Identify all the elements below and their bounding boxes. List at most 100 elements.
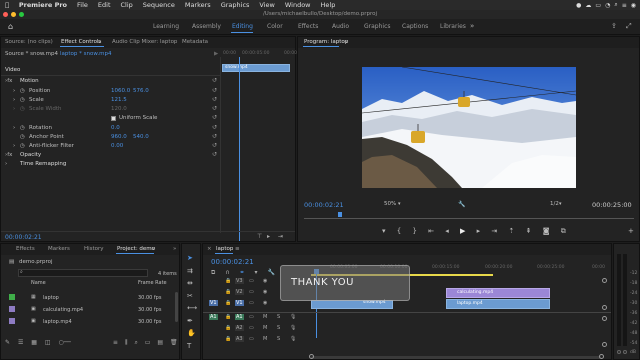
project-item-name[interactable]: laptop — [43, 295, 59, 301]
ripple-edit-tool-icon[interactable]: ⇹ — [187, 277, 197, 290]
workspace-tab-assembly[interactable]: Assembly — [192, 23, 221, 30]
source-clip-select[interactable]: Source * snow.mp4 — [5, 51, 58, 57]
record-icon[interactable]: ● — [576, 2, 581, 9]
voiceover-mic-icon[interactable]: 🎙 — [290, 325, 296, 331]
sequence-clip-select[interactable]: laptop * snow.mp4 — [60, 51, 111, 57]
project-item-name[interactable]: calculating.mp4 — [43, 307, 83, 313]
track-sync-icon[interactable]: ▭ — [249, 314, 254, 320]
menu-clip[interactable]: Clip — [116, 1, 138, 9]
control-center-icon[interactable]: ≡ — [622, 2, 627, 9]
track-sync-icon[interactable]: ▭ — [249, 278, 254, 284]
ec-current-timecode[interactable]: 00:00:02:21 — [5, 234, 42, 241]
workspace-tab-effects[interactable]: Effects — [298, 23, 318, 30]
tab-project[interactable]: Project: demo — [117, 246, 155, 252]
add-marker-icon[interactable]: ▾ — [255, 269, 258, 276]
track-label[interactable]: V1 — [235, 300, 244, 306]
column-name-header[interactable]: Name — [31, 280, 46, 286]
more-workspaces-icon[interactable]: » — [470, 22, 474, 30]
play-icon[interactable]: ▶ — [460, 227, 465, 235]
close-window-button[interactable] — [3, 12, 8, 17]
apple-icon[interactable]:  — [0, 1, 14, 9]
timeline-settings-icon[interactable]: 🔧 — [267, 269, 274, 276]
tab-effect-controls[interactable]: Effect Controls — [61, 39, 101, 45]
nest-icon[interactable]: ⧉ — [211, 269, 215, 276]
zoom-select[interactable]: 50% — [384, 201, 396, 207]
reset-scale-width-icon[interactable]: ↺ — [212, 105, 217, 112]
button-editor-icon[interactable]: + — [628, 227, 634, 235]
menu-view[interactable]: View — [254, 1, 279, 9]
resolution-dropdown-icon[interactable]: ▾ — [559, 201, 562, 207]
resolution-select[interactable]: 1/2 — [550, 201, 559, 207]
track-label[interactable]: V2 — [235, 289, 244, 295]
step-back-icon[interactable]: ◂ — [445, 227, 449, 235]
anchor-y-value[interactable]: 540.0 — [133, 134, 149, 140]
go-to-out-icon[interactable]: ⇥ — [491, 227, 497, 235]
step-forward-icon[interactable]: ▸ — [477, 227, 481, 235]
program-scrub-bar[interactable] — [304, 213, 634, 219]
comparison-view-icon[interactable]: ⧉ — [561, 227, 566, 235]
track-label[interactable]: A1 — [235, 314, 244, 320]
track-visibility-icon[interactable]: ◉ — [263, 278, 267, 284]
program-timecode[interactable]: 00:00:02:21 — [304, 201, 344, 209]
tab-effects[interactable]: Effects — [16, 246, 35, 252]
linked-selection-icon[interactable]: ⚭ — [240, 269, 245, 276]
mark-in-icon[interactable]: { — [397, 227, 401, 235]
program-menu-icon[interactable]: ≡ — [344, 39, 349, 45]
reset-anchor-icon[interactable]: ↺ — [212, 133, 217, 140]
zoom-window-button[interactable] — [19, 12, 24, 17]
track-sync-icon[interactable]: ▭ — [249, 336, 254, 342]
anchor-x-value[interactable]: 960.0 — [111, 134, 127, 140]
freeform-view-icon[interactable]: ◫ — [45, 339, 51, 346]
workspace-tab-graphics[interactable]: Graphics — [364, 23, 391, 30]
track-source-patch[interactable]: V1 — [209, 300, 218, 306]
workspace-tab-captions[interactable]: Captions — [402, 23, 428, 30]
track-label[interactable]: A3 — [235, 336, 244, 342]
tab-audio-clip-mixer[interactable]: Audio Clip Mixer: laptop — [112, 39, 177, 45]
stopwatch-anchor-icon[interactable]: ◷ — [20, 134, 25, 140]
reset-antiflicker-icon[interactable]: ↺ — [212, 142, 217, 149]
column-frame-rate-header[interactable]: Frame Rate — [138, 280, 167, 286]
reset-uniform-scale-icon[interactable]: ↺ — [212, 114, 217, 121]
menu-app-name[interactable]: Premiere Pro — [14, 1, 72, 9]
project-menu-icon[interactable]: ≡ — [151, 246, 156, 252]
zoom-dropdown-icon[interactable]: ▾ — [398, 201, 401, 207]
reset-position-icon[interactable]: ↺ — [212, 87, 217, 94]
menu-sequence[interactable]: Sequence — [138, 1, 180, 9]
slip-tool-icon[interactable]: ⟷ — [187, 302, 197, 315]
solo-button[interactable]: S — [277, 336, 280, 342]
fx-opacity-label[interactable]: Opacity — [20, 152, 41, 158]
workspace-tab-learning[interactable]: Learning — [153, 23, 179, 30]
icon-view-icon[interactable]: ▦ — [31, 339, 37, 346]
minimize-window-button[interactable] — [11, 12, 16, 17]
reset-rotation-icon[interactable]: ↺ — [212, 124, 217, 131]
track-lock-icon[interactable]: 🔒 — [225, 336, 231, 342]
reset-motion-icon[interactable]: ↺ — [212, 77, 217, 84]
rotation-value[interactable]: 0.0 — [111, 125, 120, 131]
track-scroll-handle[interactable] — [602, 278, 607, 283]
extract-icon[interactable]: ⇞ — [526, 227, 532, 235]
menu-file[interactable]: File — [72, 1, 93, 9]
expand-scale-icon[interactable]: › — [13, 97, 15, 103]
fx-motion-label[interactable]: Motion — [20, 78, 39, 84]
program-playhead[interactable] — [338, 212, 342, 217]
expand-rotation-icon[interactable]: › — [13, 125, 15, 131]
menu-help[interactable]: Help — [316, 1, 341, 9]
expand-position-icon[interactable]: › — [13, 88, 15, 94]
mute-button[interactable]: M — [263, 325, 267, 331]
home-icon[interactable]: ⌂ — [8, 22, 13, 31]
track-source-patch[interactable]: A1 — [209, 314, 218, 320]
zoom-handle-left[interactable] — [309, 354, 314, 359]
workspace-tab-editing[interactable]: Editing — [232, 23, 253, 30]
track-sync-icon[interactable]: ▭ — [249, 300, 254, 306]
mark-out-icon[interactable]: } — [412, 227, 416, 235]
zoom-slider[interactable]: ○── — [58, 339, 70, 346]
reset-scale-icon[interactable]: ↺ — [212, 96, 217, 103]
expand-scale-width-icon[interactable]: › — [13, 106, 15, 112]
stopwatch-rotation-icon[interactable]: ◷ — [20, 125, 25, 131]
meter-solo-left[interactable] — [617, 350, 621, 354]
wrench-icon[interactable]: 🔧 — [458, 201, 465, 208]
fx-badge-icon[interactable]: ›fx — [5, 78, 12, 84]
menu-markers[interactable]: Markers — [180, 1, 216, 9]
list-view-icon[interactable]: ☰ — [18, 339, 23, 346]
more-tabs-icon[interactable]: » — [173, 246, 176, 252]
